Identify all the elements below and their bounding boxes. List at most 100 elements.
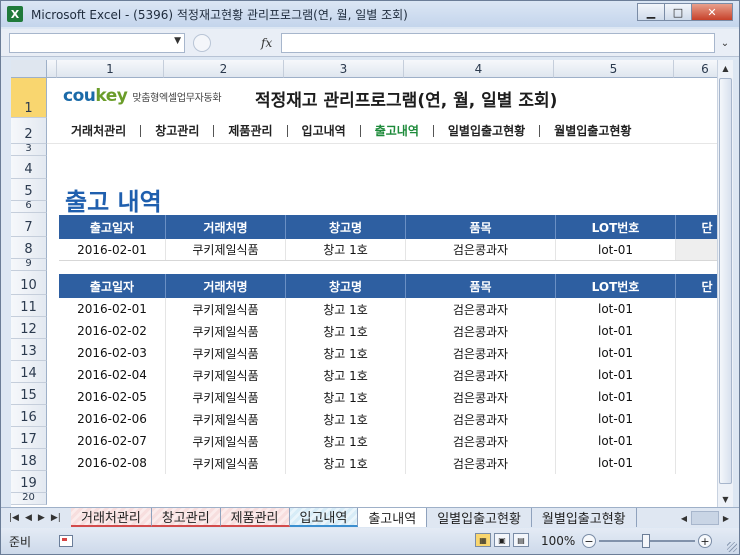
row-header[interactable]: 9 [11, 258, 47, 271]
table-cell[interactable] [676, 386, 717, 408]
table-cell[interactable]: 검은콩과자 [406, 430, 556, 452]
nav-item-1[interactable]: 거래처관리 [47, 122, 140, 139]
table-row[interactable]: 2016-02-07 쿠키제일식품 창고 1호 검은콩과자 lot-01 [59, 430, 717, 452]
input-cell[interactable]: 2016-02-01 [59, 239, 166, 260]
sheet-tab-3[interactable]: 제품관리 [220, 508, 290, 527]
table-cell[interactable]: 검은콩과자 [406, 408, 556, 430]
table-cell[interactable]: 2016-02-05 [59, 386, 166, 408]
table-cell[interactable]: lot-01 [556, 408, 676, 430]
table-cell[interactable] [676, 298, 717, 320]
row-header[interactable]: 5 [11, 179, 47, 201]
next-sheet-icon[interactable]: ▶ [38, 513, 45, 523]
table-cell[interactable]: 2016-02-06 [59, 408, 166, 430]
resize-grip-icon[interactable] [727, 542, 737, 552]
table-cell[interactable]: lot-01 [556, 452, 676, 474]
table-cell[interactable]: 쿠키제일식품 [166, 430, 286, 452]
row-header[interactable]: 18 [11, 449, 47, 471]
input-cell[interactable]: lot-01 [556, 239, 676, 260]
row-header[interactable]: 3 [11, 143, 47, 156]
table-cell[interactable]: lot-01 [556, 342, 676, 364]
cancel-enter-icon[interactable] [193, 34, 211, 52]
table-cell[interactable]: 창고 1호 [286, 298, 406, 320]
row-header[interactable]: 7 [11, 213, 47, 237]
column-header[interactable]: 6 [674, 60, 717, 78]
row-header[interactable]: 12 [11, 317, 47, 339]
sheet-tab-2[interactable]: 창고관리 [151, 508, 221, 527]
horizontal-scroll-track[interactable] [691, 511, 719, 525]
row-header[interactable]: 8 [11, 237, 47, 259]
table-cell[interactable]: 2016-02-08 [59, 452, 166, 474]
page-break-view-icon[interactable]: ▤ [513, 533, 529, 547]
zoom-slider-thumb[interactable] [642, 534, 650, 548]
table-row[interactable]: 2016-02-01 쿠키제일식품 창고 1호 검은콩과자 lot-01 [59, 298, 717, 320]
table-cell[interactable]: 검은콩과자 [406, 364, 556, 386]
column-header[interactable]: 1 [57, 60, 164, 78]
zoom-level[interactable]: 100% [541, 534, 575, 548]
table-row[interactable]: 2016-02-08 쿠키제일식품 창고 1호 검은콩과자 lot-01 [59, 452, 717, 474]
name-box[interactable]: ▼ [9, 33, 185, 53]
column-header[interactable]: 5 [554, 60, 674, 78]
nav-item-6[interactable]: 일별입출고현황 [434, 122, 539, 139]
row-header[interactable]: 11 [11, 295, 47, 317]
row-header[interactable]: 20 [11, 492, 47, 505]
vertical-scrollbar[interactable]: ▲ ▼ [717, 60, 733, 507]
maximize-button[interactable]: □ [664, 3, 692, 21]
table-cell[interactable] [676, 430, 717, 452]
table-cell[interactable] [676, 320, 717, 342]
scroll-down-icon[interactable]: ▼ [718, 491, 733, 507]
table-cell[interactable]: 창고 1호 [286, 342, 406, 364]
expand-formula-icon[interactable]: ⌄ [717, 33, 733, 53]
table-row[interactable]: 2016-02-05 쿠키제일식품 창고 1호 검은콩과자 lot-01 [59, 386, 717, 408]
table-cell[interactable]: 창고 1호 [286, 430, 406, 452]
entry-input-row[interactable]: 2016-02-01 쿠키제일식품 창고 1호 검은콩과자 lot-01 [59, 239, 717, 261]
table-cell[interactable] [676, 342, 717, 364]
column-header[interactable] [47, 60, 57, 78]
table-cell[interactable]: lot-01 [556, 298, 676, 320]
row-header[interactable]: 10 [11, 271, 47, 295]
row-header[interactable]: 2 [11, 118, 47, 144]
sheet-tab-4[interactable]: 입고내역 [289, 508, 359, 527]
row-header[interactable]: 4 [11, 156, 47, 179]
table-row[interactable]: 2016-02-04 쿠키제일식품 창고 1호 검은콩과자 lot-01 [59, 364, 717, 386]
table-row[interactable]: 2016-02-02 쿠키제일식품 창고 1호 검은콩과자 lot-01 [59, 320, 717, 342]
insert-function-icon[interactable]: fx [261, 36, 272, 50]
minimize-button[interactable]: ▁ [637, 3, 665, 21]
normal-view-icon[interactable]: ▦ [475, 533, 491, 547]
nav-item-2[interactable]: 창고관리 [141, 122, 213, 139]
table-cell[interactable] [676, 364, 717, 386]
vertical-scroll-thumb[interactable] [719, 78, 732, 484]
table-cell[interactable]: 검은콩과자 [406, 342, 556, 364]
table-cell[interactable]: 창고 1호 [286, 408, 406, 430]
row-header[interactable]: 16 [11, 405, 47, 427]
nav-item-3[interactable]: 제품관리 [214, 122, 286, 139]
table-cell[interactable]: 쿠키제일식품 [166, 386, 286, 408]
input-cell[interactable] [676, 239, 717, 260]
column-header[interactable]: 2 [164, 60, 284, 78]
table-cell[interactable]: 쿠키제일식품 [166, 320, 286, 342]
nav-item-4[interactable]: 입고내역 [288, 122, 360, 139]
close-button[interactable]: ✕ [691, 3, 733, 21]
input-cell[interactable]: 쿠키제일식품 [166, 239, 286, 260]
sheet-tab-5[interactable]: 출고내역 [358, 508, 428, 527]
page-layout-view-icon[interactable]: ▣ [494, 533, 510, 547]
table-cell[interactable]: 2016-02-04 [59, 364, 166, 386]
prev-sheet-icon[interactable]: ◀ [25, 513, 32, 523]
horizontal-scrollbar[interactable]: ◀ ▶ [677, 511, 733, 525]
table-cell[interactable]: 2016-02-01 [59, 298, 166, 320]
table-cell[interactable]: 검은콩과자 [406, 452, 556, 474]
column-header[interactable]: 3 [284, 60, 404, 78]
table-cell[interactable]: 쿠키제일식품 [166, 298, 286, 320]
chevron-down-icon[interactable]: ▼ [174, 36, 181, 46]
scroll-right-icon[interactable]: ▶ [719, 511, 733, 525]
table-cell[interactable]: lot-01 [556, 430, 676, 452]
nav-item-7[interactable]: 월별입출고현황 [540, 122, 645, 139]
row-header[interactable]: 19 [11, 471, 47, 493]
select-all-corner[interactable] [11, 60, 47, 78]
formula-input[interactable] [281, 33, 715, 53]
scroll-left-icon[interactable]: ◀ [677, 511, 691, 525]
table-cell[interactable]: 창고 1호 [286, 452, 406, 474]
table-cell[interactable]: 쿠키제일식품 [166, 364, 286, 386]
input-cell[interactable]: 창고 1호 [286, 239, 406, 260]
sheet-tab-6[interactable]: 일별입출고현황 [427, 508, 532, 527]
excel-icon[interactable]: X [7, 6, 23, 22]
